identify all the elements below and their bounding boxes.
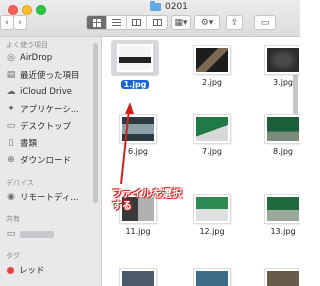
sidebar-item-recents[interactable]: ▤ 最近使った項目 — [6, 68, 80, 82]
gallery-view-button[interactable] — [147, 16, 167, 29]
file-thumbnail — [120, 115, 156, 143]
sidebar-item-shared-host[interactable]: ▭ — [6, 227, 54, 241]
file-item[interactable] — [120, 269, 156, 286]
file-thumbnail — [194, 115, 230, 143]
sidebar-item-icloud[interactable]: ☁ iCloud Drive — [6, 85, 73, 99]
devices-header: デバイス — [6, 179, 34, 187]
icon-view-button[interactable] — [87, 16, 107, 29]
title-bar: 0201 ‹ › ▦▾ ⚙▾ ⇪ ▭ — [0, 0, 300, 37]
recents-icon: ▤ — [6, 70, 16, 80]
network-icon: ▭ — [6, 229, 16, 239]
view-switcher — [86, 15, 168, 30]
file-name: 11.jpg — [125, 227, 151, 236]
list-icon — [112, 19, 121, 26]
sidebar-item-label: ダウンロード — [20, 156, 72, 166]
file-item[interactable]: 7.jpg — [194, 115, 230, 156]
file-thumbnail — [265, 195, 300, 223]
window-title: 0201 — [150, 1, 188, 12]
file-name: 8.jpg — [272, 147, 293, 156]
folder-icon — [150, 1, 161, 11]
file-thumbnail — [265, 269, 300, 286]
sidebar-item-applications[interactable]: ✦ アプリケーシ... — [6, 102, 79, 116]
gallery-icon — [152, 19, 162, 26]
file-item[interactable]: 8.jpg — [265, 115, 300, 156]
file-thumbnail — [117, 44, 153, 72]
redacted-label — [20, 230, 54, 238]
sidebar-item-label: 書類 — [20, 139, 38, 149]
file-name: 7.jpg — [201, 147, 222, 156]
sidebar-item-label: iCloud Drive — [20, 87, 73, 97]
file-item[interactable]: 2.jpg — [194, 46, 230, 87]
file-thumbnail — [120, 269, 156, 286]
window-title-text: 0201 — [165, 2, 188, 12]
file-name: 1.jpg — [120, 80, 150, 89]
thumb-highlight — [111, 40, 159, 76]
close-window-button[interactable] — [8, 5, 18, 15]
sidebar-item-airdrop[interactable]: ◎ AirDrop — [6, 51, 52, 65]
shared-header: 共有 — [6, 215, 20, 223]
file-name: 6.jpg — [127, 147, 148, 156]
annotation-text: ファイルを選択する — [112, 189, 182, 212]
file-item[interactable]: 6.jpg — [120, 115, 156, 156]
file-item[interactable]: 1.jpg — [111, 40, 159, 89]
sidebar-item-desktop[interactable]: ▭ デスクトップ — [6, 119, 71, 133]
remote-disc-icon: ◉ — [7, 192, 15, 202]
airdrop-icon: ◎ — [7, 53, 15, 63]
file-thumbnail — [265, 46, 300, 74]
red-tag-icon — [7, 266, 14, 274]
column-view-button[interactable] — [127, 16, 147, 29]
file-item[interactable]: 12.jpg — [194, 195, 230, 236]
file-thumbnail — [265, 115, 300, 143]
sidebar-item-remote-disc[interactable]: ◉ リモートディ... — [6, 190, 79, 204]
sidebar-item-label: アプリケーシ... — [20, 105, 79, 115]
sidebar-item-downloads[interactable]: ⊕ ダウンロード — [6, 153, 71, 167]
file-item[interactable]: 13.jpg — [265, 195, 300, 236]
sidebar: よく使う項目 ◎ AirDrop ▤ 最近使った項目 ☁ iCloud Driv… — [0, 37, 102, 286]
forward-button[interactable]: › — [13, 15, 27, 30]
group-button[interactable]: ▦▾ — [171, 15, 191, 30]
file-item[interactable]: 3.jpg — [265, 46, 300, 87]
file-name: 13.jpg — [270, 227, 296, 236]
sidebar-item-label: レッド — [19, 266, 45, 276]
file-thumbnail — [194, 269, 230, 286]
share-button[interactable]: ⇪ — [226, 15, 243, 30]
documents-icon: ▯ — [8, 138, 14, 148]
columns-icon — [132, 19, 141, 26]
action-button[interactable]: ⚙▾ — [194, 15, 220, 30]
sidebar-item-documents[interactable]: ▯ 書類 — [6, 136, 38, 150]
icloud-icon: ☁ — [6, 87, 16, 97]
back-button[interactable]: ‹ — [0, 15, 14, 30]
tags-header: タグ — [6, 252, 20, 260]
downloads-icon: ⊕ — [7, 155, 15, 165]
file-name: 3.jpg — [272, 78, 293, 87]
finder-window: 0201 ‹ › ▦▾ ⚙▾ ⇪ ▭ よく使う項目 ◎ AirDrop ▤ 最近… — [0, 0, 300, 286]
file-item[interactable] — [194, 269, 230, 286]
file-name: 12.jpg — [199, 227, 225, 236]
file-name: 2.jpg — [201, 78, 222, 87]
file-thumbnail — [194, 46, 230, 74]
sidebar-item-label: 最近使った項目 — [20, 71, 80, 81]
file-item[interactable] — [265, 269, 300, 286]
grid-icon — [92, 18, 101, 27]
sidebar-item-label: デスクトップ — [20, 122, 72, 132]
sidebar-scrollbar[interactable] — [93, 43, 98, 203]
sidebar-item-label: リモートディ... — [20, 193, 79, 203]
desktop-icon: ▭ — [6, 121, 16, 131]
file-thumbnail — [194, 195, 230, 223]
sidebar-item-label: AirDrop — [20, 53, 53, 63]
tag-button[interactable]: ▭ — [254, 15, 276, 30]
minimize-window-button[interactable] — [22, 5, 32, 15]
applications-icon: ✦ — [7, 104, 15, 114]
favorites-header: よく使う項目 — [6, 41, 48, 49]
zoom-window-button[interactable] — [36, 5, 46, 15]
file-grid: 1.jpg 2.jpg 3.jpg 6.jpg 7.jpg 8.jpg 11.j… — [103, 37, 300, 286]
sidebar-item-tag-red[interactable]: レッド — [6, 263, 45, 277]
list-view-button[interactable] — [107, 16, 127, 29]
